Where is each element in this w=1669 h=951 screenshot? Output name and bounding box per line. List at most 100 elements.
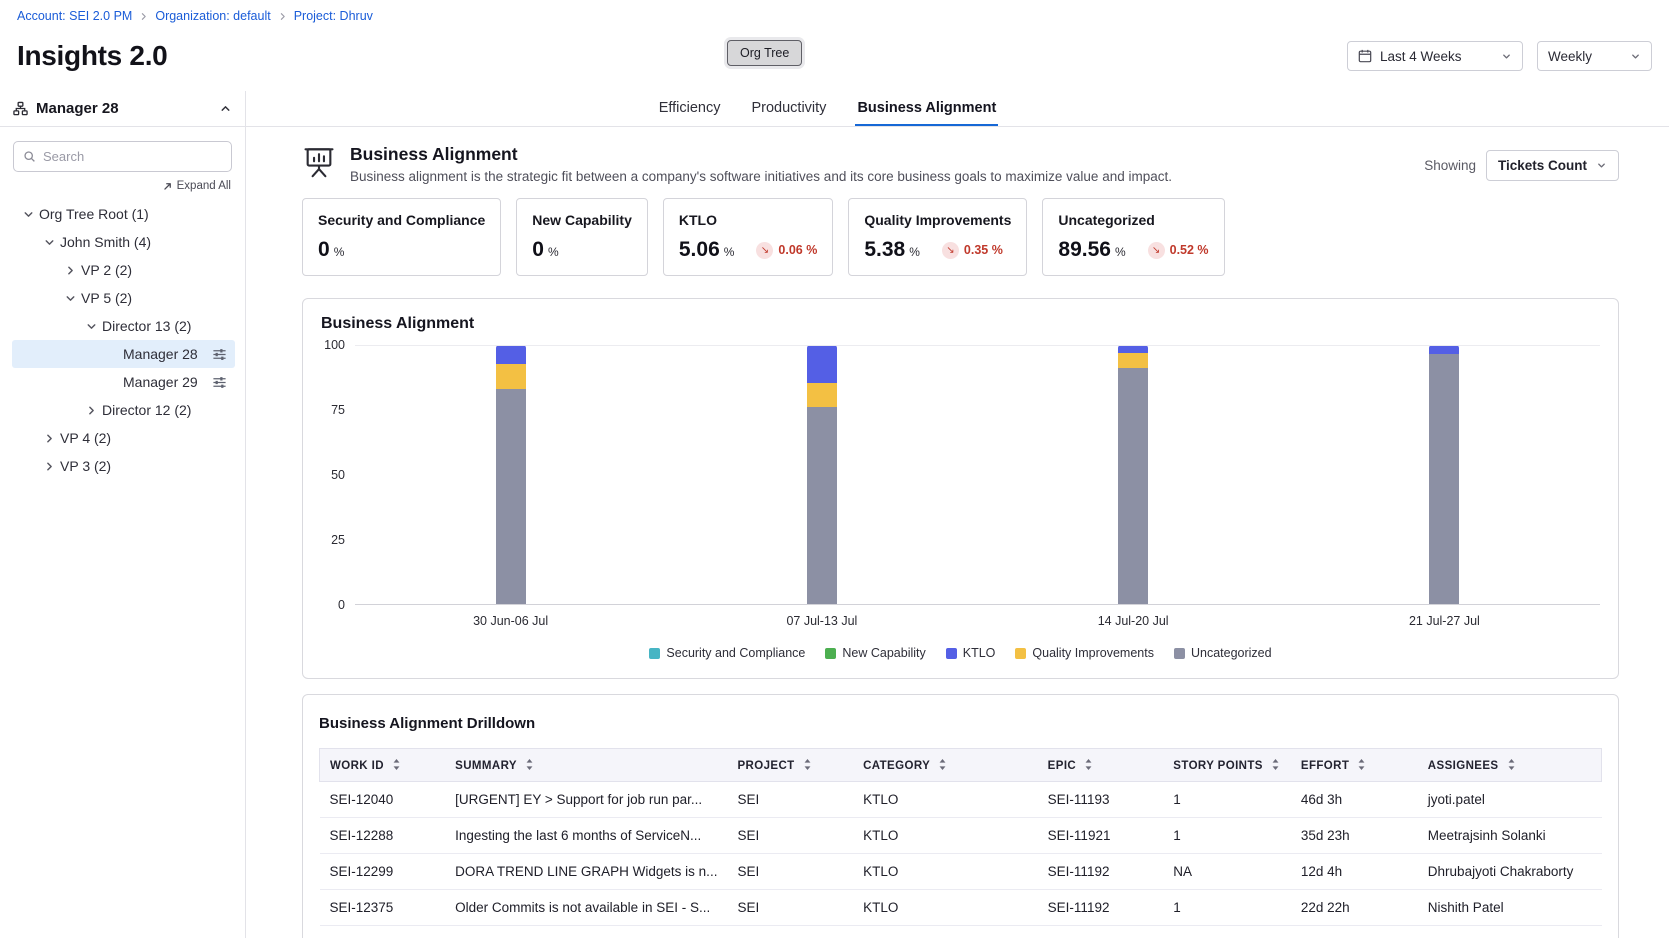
- tree-item-john-smith-4[interactable]: John Smith (4): [12, 228, 235, 256]
- chevron-right-icon[interactable]: [60, 264, 81, 277]
- bar-segment-quality-improvements[interactable]: [807, 383, 837, 408]
- filter-sliders-icon[interactable]: [212, 375, 227, 390]
- column-header-category[interactable]: CATEGORY: [853, 749, 1038, 782]
- sort-icon[interactable]: [1270, 758, 1281, 771]
- kpi-card-new-capability: New Capability0%: [516, 198, 648, 276]
- table-cell: SEI-12375: [320, 890, 446, 926]
- x-axis: 30 Jun-06 Jul07 Jul-13 Jul14 Jul-20 Jul2…: [355, 614, 1600, 628]
- tree-item-director-12-2[interactable]: Director 12 (2): [12, 396, 235, 424]
- expand-all-button[interactable]: Expand All: [162, 180, 231, 192]
- sort-icon[interactable]: [802, 758, 813, 771]
- table-row[interactable]: SEI-12040[URGENT] EY > Support for job r…: [320, 782, 1602, 818]
- breadcrumb-link-account[interactable]: Account: SEI 2.0 PM: [17, 9, 132, 23]
- chevron-down-icon[interactable]: [60, 292, 81, 305]
- sort-icon[interactable]: [937, 758, 948, 771]
- table-cell: KTLO: [853, 854, 1038, 890]
- column-header-epic[interactable]: EPIC: [1038, 749, 1164, 782]
- table-cell: 1: [1163, 926, 1291, 939]
- chevron-down-icon[interactable]: [39, 236, 60, 249]
- bar-segment-ktlo[interactable]: [496, 345, 526, 364]
- sort-icon[interactable]: [1356, 758, 1367, 771]
- sort-icon[interactable]: [1506, 758, 1517, 771]
- tree-item-vp-5-2[interactable]: VP 5 (2): [12, 284, 235, 312]
- column-header-work-id[interactable]: WORK ID: [320, 749, 446, 782]
- breadcrumb-link-organization[interactable]: Organization: default: [155, 9, 270, 23]
- filter-sliders-icon[interactable]: [212, 347, 227, 362]
- bar-segment-quality-improvements[interactable]: [496, 364, 526, 389]
- tree-item-org-tree-root-1[interactable]: Org Tree Root (1): [12, 200, 235, 228]
- column-header-story-points[interactable]: STORY POINTS: [1163, 749, 1291, 782]
- section-description: Business alignment is the strategic fit …: [350, 169, 1172, 184]
- bar-07-jul-13-jul[interactable]: [807, 345, 837, 604]
- tree-item-director-13-2[interactable]: Director 13 (2): [12, 312, 235, 340]
- bar-14-jul-20-jul[interactable]: [1118, 345, 1148, 604]
- bar-segment-uncategorized[interactable]: [1118, 368, 1148, 604]
- bar-segment-uncategorized[interactable]: [1429, 354, 1459, 604]
- bar-30-jun-06-jul[interactable]: [496, 345, 526, 604]
- chevron-down-icon[interactable]: [81, 320, 102, 333]
- bar-segment-ktlo[interactable]: [1118, 345, 1148, 353]
- table-cell: SEI-11192: [1038, 926, 1164, 939]
- tree-item-manager-29[interactable]: Manager 29: [12, 368, 235, 396]
- chevron-down-icon: [1630, 51, 1641, 62]
- sort-icon[interactable]: [391, 758, 402, 771]
- chevron-right-icon[interactable]: [39, 432, 60, 445]
- legend-swatch: [946, 648, 957, 659]
- column-header-assignees[interactable]: ASSIGNEES: [1418, 749, 1602, 782]
- tab-efficiency[interactable]: Efficiency: [657, 91, 723, 126]
- bar-segment-ktlo[interactable]: [1429, 345, 1459, 354]
- bar-segment-uncategorized[interactable]: [807, 407, 837, 604]
- tab-productivity[interactable]: Productivity: [749, 91, 828, 126]
- chart-card: Business Alignment 0255075100 30 Jun-06 …: [302, 298, 1619, 679]
- tree-item-label: Manager 28: [123, 346, 198, 362]
- bar-segment-quality-improvements[interactable]: [1118, 353, 1148, 369]
- section-title: Business Alignment: [350, 144, 1172, 165]
- legend-item-new-capability[interactable]: New Capability: [825, 646, 925, 660]
- table-row[interactable]: SEI-12288Ingesting the last 6 months of …: [320, 818, 1602, 854]
- legend-item-security-and-compliance[interactable]: Security and Compliance: [649, 646, 805, 660]
- org-tree-sidebar: Manager 28 Expand All Org Tree Root (1)J…: [0, 91, 246, 938]
- drilldown-card: Business Alignment Drilldown WORK IDSUMM…: [302, 694, 1619, 938]
- table-row[interactable]: SEI-12299DORA TREND LINE GRAPH Widgets i…: [320, 854, 1602, 890]
- granularity-select[interactable]: Weekly: [1537, 41, 1652, 71]
- showing-value: Tickets Count: [1498, 158, 1587, 173]
- sidebar-collapse-button[interactable]: [219, 102, 232, 115]
- kpi-card-quality-improvements: Quality Improvements5.38%↘0.35 %: [848, 198, 1027, 276]
- column-header-project[interactable]: PROJECT: [727, 749, 853, 782]
- tree-item-vp-2-2[interactable]: VP 2 (2): [12, 256, 235, 284]
- tree-item-vp-3-2[interactable]: VP 3 (2): [12, 452, 235, 480]
- tree-item-manager-28[interactable]: Manager 28: [12, 340, 235, 368]
- tab-business-alignment[interactable]: Business Alignment: [855, 91, 998, 126]
- sort-icon[interactable]: [1083, 758, 1094, 771]
- table-cell: KTLO: [853, 926, 1038, 939]
- kpi-row: Security and Compliance0%New Capability0…: [302, 198, 1619, 276]
- breadcrumb-link-project[interactable]: Project: Dhruv: [294, 9, 373, 23]
- chevron-right-icon[interactable]: [81, 404, 102, 417]
- table-cell: EY > Verify if ingestion is working as e…: [445, 926, 727, 939]
- table-row[interactable]: SEI-12375Older Commits is not available …: [320, 890, 1602, 926]
- tree-item-vp-4-2[interactable]: VP 4 (2): [12, 424, 235, 452]
- bar-21-jul-27-jul[interactable]: [1429, 345, 1459, 604]
- page: Account: SEI 2.0 PM Organization: defaul…: [0, 0, 1669, 951]
- bar-segment-uncategorized[interactable]: [496, 389, 526, 604]
- legend-item-uncategorized[interactable]: Uncategorized: [1174, 646, 1272, 660]
- kpi-value: 0: [318, 238, 330, 262]
- legend-label: Security and Compliance: [666, 646, 805, 660]
- chevron-right-icon[interactable]: [39, 460, 60, 473]
- legend-item-ktlo[interactable]: KTLO: [946, 646, 996, 660]
- column-header-effort[interactable]: EFFORT: [1291, 749, 1418, 782]
- table-row[interactable]: SEI-12395EY > Verify if ingestion is wor…: [320, 926, 1602, 939]
- column-header-summary[interactable]: SUMMARY: [445, 749, 727, 782]
- bar-segment-ktlo[interactable]: [807, 345, 837, 383]
- legend-item-quality-improvements[interactable]: Quality Improvements: [1015, 646, 1154, 660]
- org-tree-button[interactable]: Org Tree: [727, 40, 802, 66]
- chevron-down-icon[interactable]: [18, 208, 39, 221]
- showing-select[interactable]: Tickets Count: [1486, 150, 1619, 181]
- search-input[interactable]: [43, 149, 222, 164]
- table-cell: 12d 4h: [1291, 854, 1418, 890]
- sort-icon[interactable]: [524, 758, 535, 771]
- kpi-title: New Capability: [532, 212, 632, 228]
- section-text: Business Alignment Business alignment is…: [350, 144, 1172, 184]
- date-range-select[interactable]: Last 4 Weeks: [1347, 41, 1523, 71]
- trend-down-icon: ↘: [1148, 242, 1165, 259]
